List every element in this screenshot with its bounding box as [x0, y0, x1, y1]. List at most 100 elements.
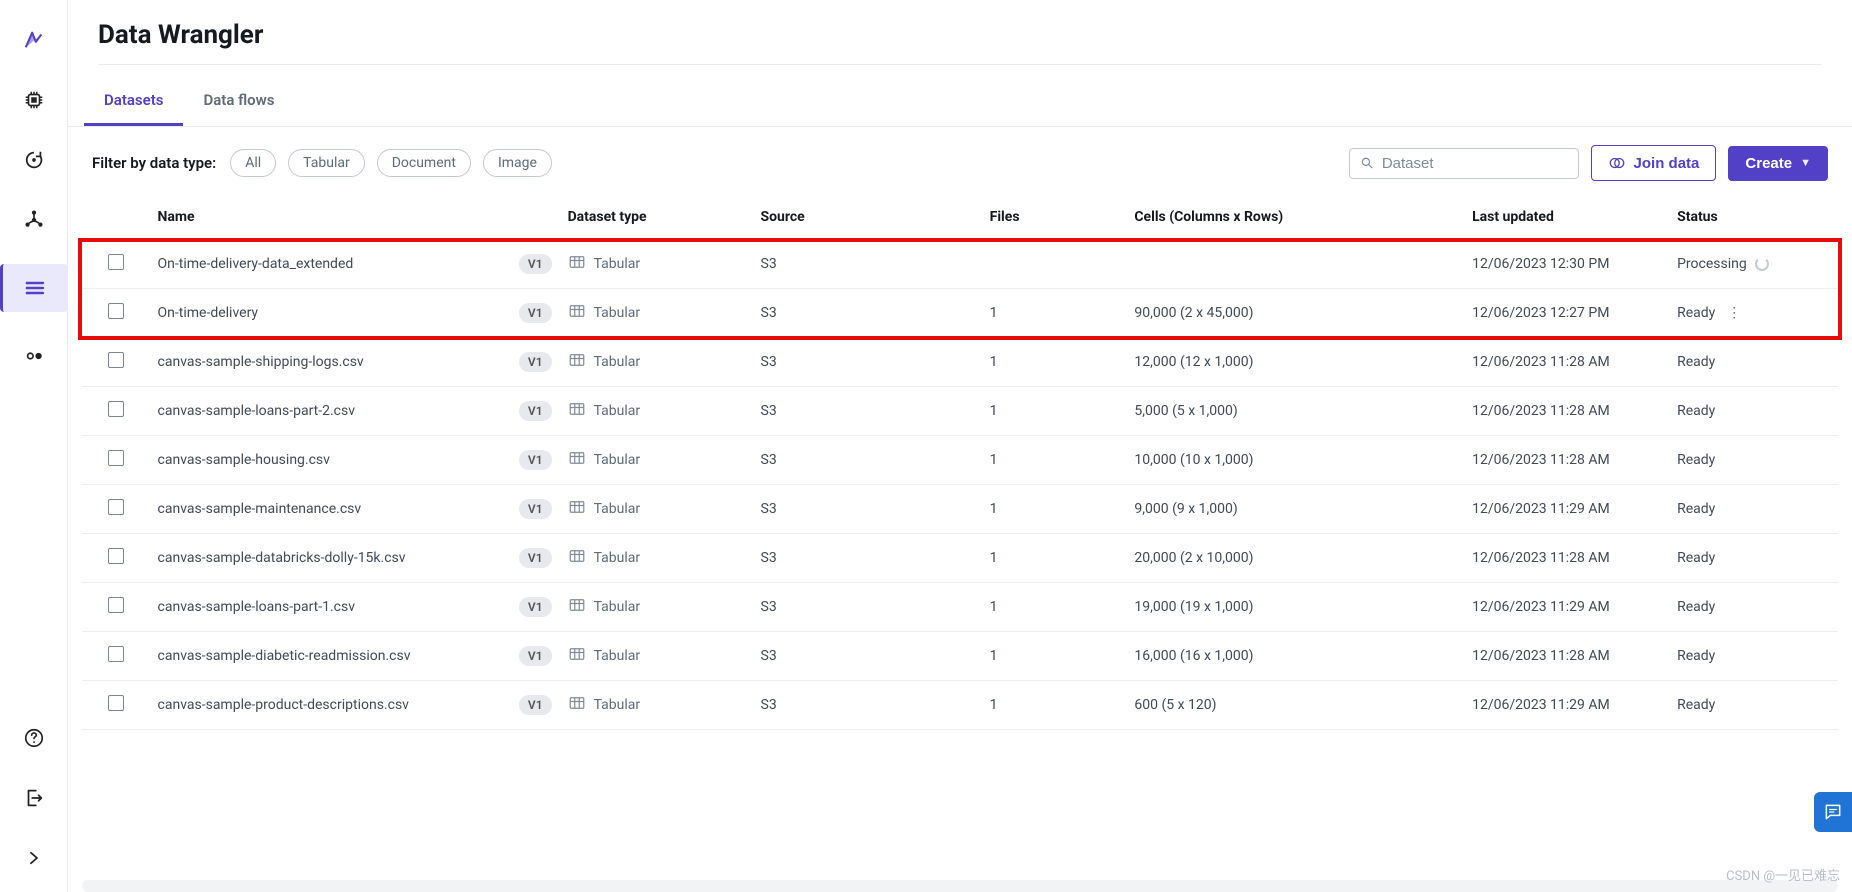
- table-icon: [568, 302, 586, 324]
- dataset-name: canvas-sample-shipping-logs.csv: [158, 354, 364, 370]
- watermark: CSDN @一见已难忘: [1726, 865, 1840, 884]
- col-status: Status: [1669, 195, 1838, 240]
- caret-down-icon: ▼: [1800, 157, 1811, 169]
- col-files: Files: [982, 195, 1127, 240]
- chat-fab[interactable]: [1814, 792, 1852, 832]
- dataset-type: Tabular: [568, 400, 745, 422]
- more-actions-icon[interactable]: ⋮: [1723, 305, 1745, 321]
- spinner-icon: [1755, 257, 1769, 271]
- row-checkbox[interactable]: [108, 254, 124, 270]
- main-content: Data Wrangler Datasets Data flows Filter…: [68, 0, 1852, 892]
- dataset-files: [982, 240, 1127, 289]
- table-row[interactable]: canvas-sample-product-descriptions.csvV1…: [82, 681, 1838, 730]
- tabs: Datasets Data flows: [68, 77, 1852, 127]
- version-badge: V1: [519, 597, 552, 617]
- dataset-type: Tabular: [568, 449, 745, 471]
- search-input[interactable]: [1382, 155, 1568, 172]
- version-badge: V1: [519, 303, 552, 323]
- chip-image[interactable]: Image: [483, 149, 552, 177]
- table-icon: [568, 645, 586, 667]
- dataset-type: Tabular: [568, 498, 745, 520]
- dataset-name: On-time-delivery: [158, 305, 259, 321]
- dataset-source: S3: [753, 289, 982, 338]
- tab-datasets[interactable]: Datasets: [84, 77, 183, 126]
- table-row[interactable]: On-time-deliveryV1TabularS3190,000 (2 x …: [82, 289, 1838, 338]
- table-row[interactable]: canvas-sample-databricks-dolly-15k.csvV1…: [82, 534, 1838, 583]
- version-badge: V1: [519, 401, 552, 421]
- nav-expand-icon[interactable]: [18, 842, 50, 874]
- horizontal-scrollbar[interactable]: [82, 880, 1838, 892]
- dataset-status: Ready: [1677, 697, 1715, 713]
- dataset-source: S3: [753, 338, 982, 387]
- dataset-name: canvas-sample-housing.csv: [158, 452, 330, 468]
- dataset-files: 1: [982, 583, 1127, 632]
- table-row[interactable]: canvas-sample-diabetic-readmission.csvV1…: [82, 632, 1838, 681]
- dataset-updated: 12/06/2023 11:29 AM: [1464, 485, 1669, 534]
- chip-document[interactable]: Document: [377, 149, 471, 177]
- chat-icon: [1823, 802, 1843, 822]
- table-row[interactable]: canvas-sample-housing.csvV1TabularS3110,…: [82, 436, 1838, 485]
- dataset-type: Tabular: [568, 596, 745, 618]
- nav-graph-icon[interactable]: [18, 204, 50, 236]
- chip-tabular[interactable]: Tabular: [288, 149, 365, 177]
- create-button[interactable]: Create ▼: [1728, 146, 1828, 181]
- version-badge: V1: [519, 352, 552, 372]
- dataset-cells: 9,000 (9 x 1,000): [1126, 485, 1464, 534]
- dataset-type: Tabular: [568, 351, 745, 373]
- page-title: Data Wrangler: [98, 20, 1822, 50]
- tab-dataflows[interactable]: Data flows: [183, 77, 294, 126]
- version-badge: V1: [519, 450, 552, 470]
- nav-logout-icon[interactable]: [18, 782, 50, 814]
- table-row[interactable]: On-time-delivery-data_extendedV1TabularS…: [82, 240, 1838, 289]
- dataset-name: canvas-sample-product-descriptions.csv: [158, 697, 409, 713]
- join-data-button[interactable]: Join data: [1591, 145, 1717, 181]
- col-name: Name: [150, 195, 560, 240]
- table-icon: [568, 449, 586, 471]
- dataset-updated: 12/06/2023 11:28 AM: [1464, 436, 1669, 485]
- row-checkbox[interactable]: [108, 401, 124, 417]
- dataset-status: Ready: [1677, 648, 1715, 664]
- version-badge: V1: [519, 499, 552, 519]
- create-label: Create: [1745, 155, 1792, 172]
- dataset-source: S3: [753, 387, 982, 436]
- dataset-status: Processing: [1677, 256, 1747, 272]
- dataset-status: Ready: [1677, 354, 1715, 370]
- nav-datasets-icon[interactable]: [0, 264, 68, 312]
- dataset-source: S3: [753, 436, 982, 485]
- row-checkbox[interactable]: [108, 352, 124, 368]
- dataset-updated: 12/06/2023 11:28 AM: [1464, 387, 1669, 436]
- table-row[interactable]: canvas-sample-shipping-logs.csv V1 Tabular…: [82, 338, 1838, 387]
- dataset-cells: 20,000 (2 x 10,000): [1126, 534, 1464, 583]
- dataset-type: Tabular: [568, 302, 745, 324]
- table-icon: [568, 253, 586, 275]
- row-checkbox[interactable]: [108, 695, 124, 711]
- dataset-files: 1: [982, 485, 1127, 534]
- row-checkbox[interactable]: [108, 597, 124, 613]
- table-row[interactable]: canvas-sample-loans-part-2.csvV1TabularS…: [82, 387, 1838, 436]
- table-row[interactable]: canvas-sample-maintenance.csvV1TabularS3…: [82, 485, 1838, 534]
- dataset-updated: 12/06/2023 11:28 AM: [1464, 632, 1669, 681]
- dataset-cells: 16,000 (16 x 1,000): [1126, 632, 1464, 681]
- dataset-status: Ready: [1677, 305, 1715, 321]
- chip-all[interactable]: All: [230, 149, 276, 177]
- nav-help-icon[interactable]: [18, 722, 50, 754]
- dataset-files: 1: [982, 289, 1127, 338]
- nav-toggle-icon[interactable]: [18, 340, 50, 372]
- row-checkbox[interactable]: [108, 303, 124, 319]
- dataset-name: canvas-sample-maintenance.csv: [158, 501, 362, 517]
- row-checkbox[interactable]: [108, 499, 124, 515]
- nav-logo-icon[interactable]: [18, 24, 50, 56]
- row-checkbox[interactable]: [108, 450, 124, 466]
- table-row[interactable]: canvas-sample-loans-part-1.csvV1TabularS…: [82, 583, 1838, 632]
- search-box[interactable]: [1349, 148, 1579, 179]
- dataset-updated: 12/06/2023 11:29 AM: [1464, 681, 1669, 730]
- col-cells: Cells (Columns x Rows): [1126, 195, 1464, 240]
- row-checkbox[interactable]: [108, 646, 124, 662]
- dataset-updated: 12/06/2023 11:28 AM: [1464, 338, 1669, 387]
- datasets-table-wrap[interactable]: Name Dataset type Source Files Cells (Co…: [68, 195, 1852, 880]
- dataset-updated: 12/06/2023 11:29 AM: [1464, 583, 1669, 632]
- nav-chip-icon[interactable]: [18, 84, 50, 116]
- search-icon: [1360, 155, 1374, 171]
- nav-refresh-icon[interactable]: [18, 144, 50, 176]
- row-checkbox[interactable]: [108, 548, 124, 564]
